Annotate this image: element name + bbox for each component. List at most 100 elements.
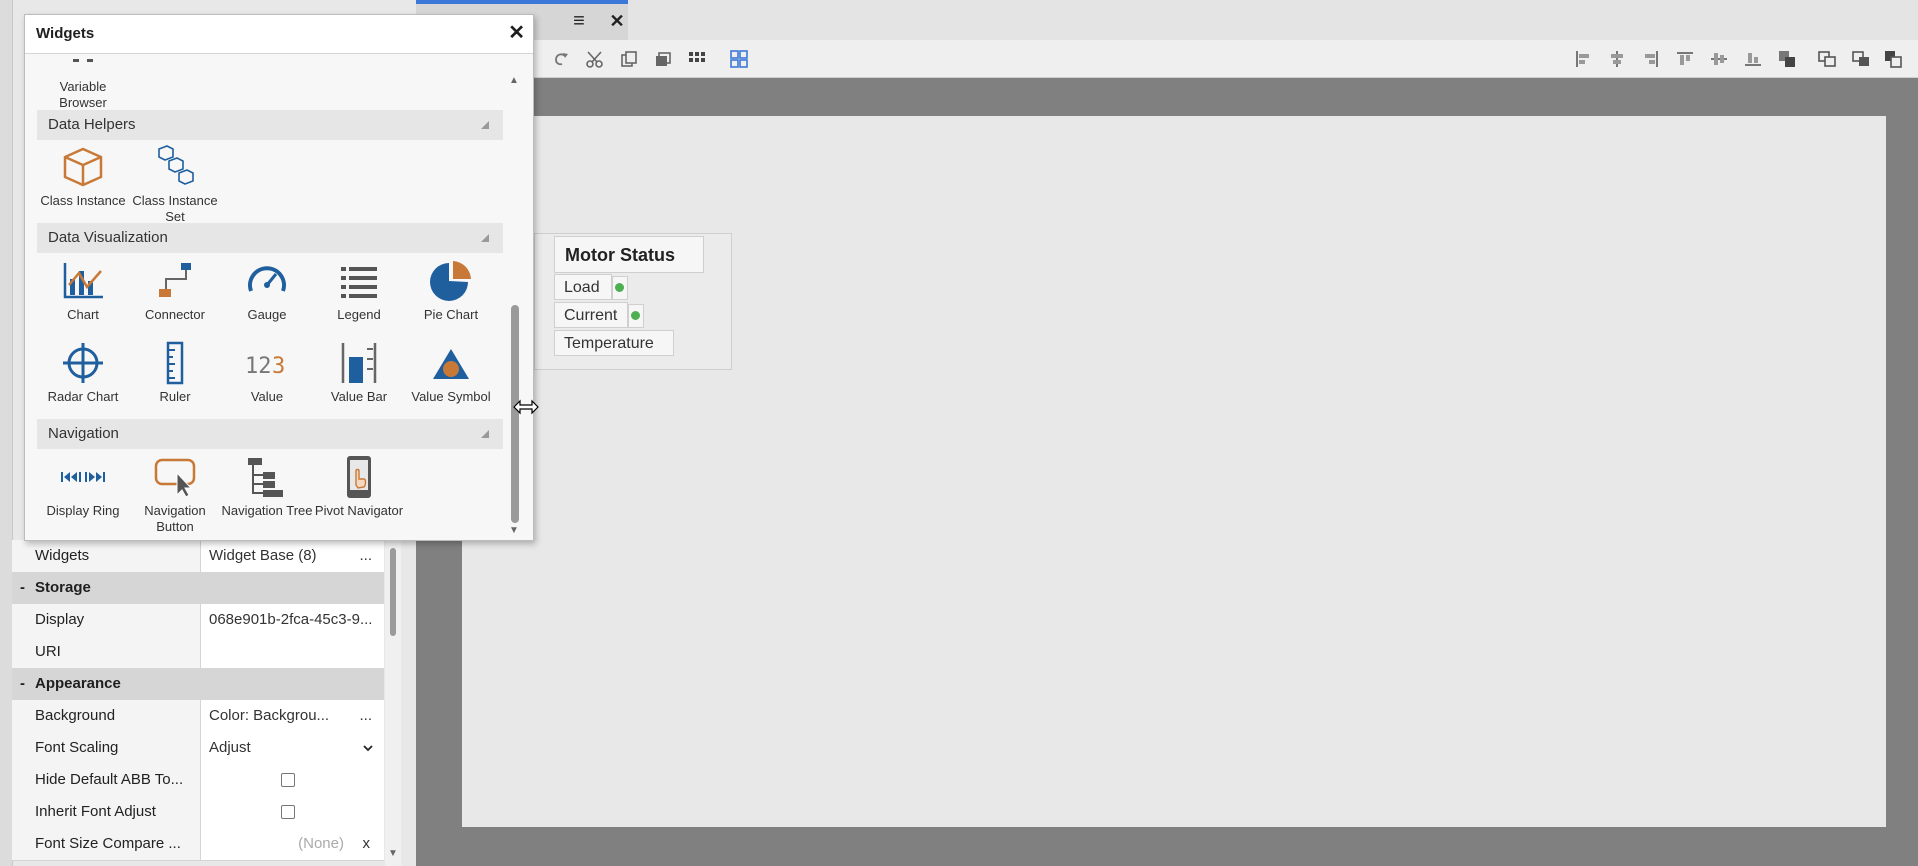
section-storage[interactable]: - Storage [12,572,384,605]
prop-label: Display [35,611,85,628]
widget-ruler[interactable]: Ruler [129,341,221,405]
widget-pivot-navigator[interactable]: Pivot Navigator [313,455,405,519]
ruler-icon [153,341,197,385]
widgets-panel: Widgets ✕ Variable Browser Data Helpers … [24,14,534,541]
inherit-font-checkbox[interactable] [281,805,295,819]
close-icon[interactable]: ✕ [508,21,525,45]
prop-display: Display 068e901b-2fca-45c3-9... [12,604,384,637]
scroll-down-icon[interactable]: ▼ [509,525,519,536]
properties-scrollbar[interactable]: ▼ [385,520,401,866]
widget-label: Connector [145,307,205,322]
widget-display-ring[interactable]: Display Ring [37,455,129,519]
font-scaling-select[interactable]: Adjust [200,732,384,764]
close-icon[interactable]: ✕ [604,8,630,34]
section-title: Storage [35,579,91,596]
bring-front-icon[interactable] [1776,48,1798,70]
widget-label: Value Bar [330,389,388,404]
align-center-icon[interactable] [1606,48,1628,70]
motor-status-widget[interactable]: Motor Status Load Current Temperature [534,233,732,370]
grid-dots-icon[interactable] [686,48,708,70]
widgets-panel-header[interactable]: Widgets ✕ [25,15,533,54]
section-data-visualization[interactable]: Data Visualization [37,223,503,253]
widget-label: Navigation Button [144,503,206,534]
widget-legend[interactable]: Legend [313,259,405,323]
widget-chart[interactable]: Chart [37,259,129,323]
grid-snap-icon[interactable] [728,48,750,70]
widgets-scrollbar[interactable]: ▲ ▼ [505,75,523,536]
widget-label: Pivot Navigator [314,503,404,518]
row-label: Current [564,307,618,324]
display-page[interactable] [462,116,1886,827]
align-left-icon[interactable] [1572,48,1594,70]
prop-value[interactable]: 068e901b-2fca-45c3-9... [200,604,384,636]
copy-icon[interactable] [618,48,640,70]
cut-icon[interactable] [584,48,606,70]
row-label: Temperature [564,335,654,352]
scroll-up-icon[interactable]: ▲ [509,75,519,86]
redo-icon[interactable] [550,48,572,70]
collapse-triangle-icon[interactable] [481,234,489,242]
ungroup-icon[interactable] [1850,48,1872,70]
send-back-icon[interactable] [1882,48,1904,70]
scroll-down-icon[interactable]: ▼ [388,848,398,859]
prop-hide-default: Hide Default ABB To... [12,764,384,797]
group-icon[interactable] [1816,48,1838,70]
paste-icon[interactable] [652,48,674,70]
align-right-icon[interactable] [1640,48,1662,70]
widget-navigation-button[interactable]: Navigation Button [129,455,221,535]
status-indicator [628,304,644,328]
widget-value-symbol[interactable]: Value Symbol [405,341,497,405]
collapse-icon[interactable]: - [20,572,25,604]
prop-value[interactable]: Widget Base (8) ... [200,540,384,572]
collapse-triangle-icon[interactable] [481,121,489,129]
align-top-icon[interactable] [1674,48,1696,70]
tab-bar: ≡ ✕ [416,0,1918,41]
cube-icon [61,145,105,189]
align-middle-icon[interactable] [1708,48,1730,70]
prop-background: Background Color: Backgrou... ... [12,700,384,733]
prop-value[interactable]: Color: Backgrou... ... [200,700,384,732]
status-indicator [612,276,628,300]
status-dot [615,283,624,292]
widget-label: Pie Chart [423,307,479,322]
widget-value-bar[interactable]: Value Bar [313,341,405,405]
panel-title: Widgets [36,25,95,42]
widget-label: Radar Chart [47,389,119,404]
align-bottom-icon[interactable] [1742,48,1764,70]
hamburger-icon[interactable]: ≡ [566,8,592,34]
widget-variable-browser[interactable]: Variable Browser [37,59,129,111]
more-button[interactable]: ... [359,700,372,732]
value-bar-icon [337,341,381,385]
collapse-icon[interactable]: - [20,668,25,700]
prop-label: Widgets [35,547,90,564]
widget-radar-chart[interactable]: Radar Chart [37,341,129,405]
widget-title: Motor Status [554,236,704,273]
placeholder-text: (None) [298,835,344,852]
hide-default-checkbox[interactable] [281,773,295,787]
widget-pie-chart[interactable]: Pie Chart [405,259,497,323]
widget-label: Chart [67,307,99,322]
scrollbar-thumb[interactable] [390,548,396,636]
widget-class-instance[interactable]: Class Instance [37,145,129,209]
prop-value[interactable]: (None) x [200,828,384,860]
widget-class-instance-set[interactable]: Class Instance Set [129,145,221,225]
widget-connector[interactable]: Connector [129,259,221,323]
clear-button[interactable]: x [363,828,371,860]
uri-input[interactable] [200,636,384,668]
widget-gauge[interactable]: Gauge [221,259,313,323]
section-data-helpers[interactable]: Data Helpers [37,110,503,140]
navigation-button-icon [153,455,197,499]
widget-label: Legend [337,307,381,322]
value-symbol-icon [429,341,473,385]
prop-label: Font Size Compare ... [35,835,181,852]
widget-label: Variable Browser [59,79,107,110]
more-button[interactable]: ... [359,540,372,572]
connector-icon [153,259,197,303]
widget-navigation-tree[interactable]: Navigation Tree [221,455,313,519]
widget-label: Value Symbol [411,389,491,404]
widget-value[interactable]: 12 3 Value [221,341,313,405]
status-dot [631,311,640,320]
section-navigation[interactable]: Navigation [37,419,503,449]
section-appearance[interactable]: - Appearance [12,668,384,701]
collapse-triangle-icon[interactable] [481,430,489,438]
